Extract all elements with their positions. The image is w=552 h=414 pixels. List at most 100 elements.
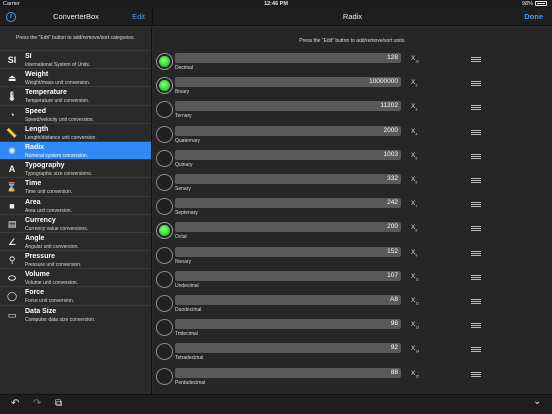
sidebar-item-force[interactable]: ◯ Force Force unit conversion.: [0, 286, 151, 304]
unit-row-quaternary: 2000 Quaternary X4: [153, 124, 552, 148]
unit-value-field[interactable]: 98: [175, 319, 401, 330]
unit-row-decimal: 128 Decimal X10: [153, 51, 552, 75]
unit-value-field[interactable]: 152: [175, 246, 401, 257]
unit-label: Nonary: [175, 258, 192, 265]
unit-toggle[interactable]: [156, 222, 173, 240]
reorder-handle-icon[interactable]: [471, 226, 481, 232]
unit-symbol: X2: [411, 79, 417, 87]
sidebar-item-area[interactable]: ■ Area Area unit conversion.: [0, 195, 151, 214]
hourglass-icon: ⌛: [6, 182, 18, 193]
bottom-toolbar: ↶ ↷ ⧉ ⌄: [0, 394, 552, 414]
category-description: Volume unit conversion.: [25, 280, 79, 287]
currency-icon: ▤: [7, 218, 17, 229]
reorder-handle-icon[interactable]: [471, 57, 481, 62]
reorder-handle-icon[interactable]: [471, 371, 481, 377]
unit-symbol-subscript: 12: [415, 301, 420, 306]
unit-row-binary: 10000000 Binary X2: [153, 75, 552, 99]
unit-toggle[interactable]: [156, 198, 173, 216]
reorder-handle-icon[interactable]: [471, 274, 481, 280]
reorder-handle-icon[interactable]: [471, 323, 481, 329]
category-name: Radix: [25, 143, 45, 151]
unit-value-field[interactable]: 92: [175, 343, 401, 354]
unit-toggle[interactable]: [156, 295, 173, 312]
sidebar-item-pressure[interactable]: ⚲ Pressure Pressure unit conversion.: [0, 250, 151, 268]
category-name: Temperature: [25, 89, 67, 97]
unit-toggle[interactable]: [156, 53, 173, 70]
unit-value-field[interactable]: 107: [175, 270, 401, 281]
unit-symbol: X11: [411, 273, 419, 281]
unit-value-field[interactable]: 242: [175, 198, 401, 209]
unit-value-field[interactable]: 128: [175, 53, 401, 63]
sidebar-item-speed[interactable]: ◔ Speed Speed/velocity unit conversion.: [0, 104, 151, 123]
unit-label: Quinary: [175, 161, 193, 168]
unit-symbol: X3: [411, 103, 417, 111]
unit-symbol: X8: [411, 224, 417, 232]
unit-toggle[interactable]: [156, 149, 173, 167]
category-name: Typography: [25, 162, 65, 170]
unit-value-field[interactable]: A8: [175, 295, 401, 305]
sidebar-item-radix[interactable]: ✺ Radix Numeral system conversion.: [0, 140, 151, 160]
unit-label: Ternary: [175, 113, 192, 120]
unit-symbol: X6: [411, 176, 417, 184]
sidebar-item-currency[interactable]: ▤ Currency Currency value conversions.: [0, 213, 151, 232]
unit-symbol-subscript: 3: [415, 107, 418, 112]
unit-toggle[interactable]: [156, 77, 173, 95]
edit-button[interactable]: Edit: [132, 12, 145, 21]
unit-toggle[interactable]: [156, 174, 173, 191]
unit-toggle[interactable]: [156, 343, 173, 361]
unit-row-tridecimal: 98 Tridecimal X13: [153, 317, 552, 341]
unit-toggle[interactable]: [156, 125, 173, 143]
sidebar-item-angle[interactable]: ∠ Angle Angular unit conversion.: [0, 231, 151, 250]
unit-list: Press the "Edit" button to add/remove/so…: [153, 27, 552, 394]
sidebar-item-temperature[interactable]: 🌡 Temperature Temperature unit conversion.: [0, 86, 151, 104]
unit-symbol-subscript: 10: [415, 59, 420, 64]
category-description: Length/distance unit conversion.: [25, 134, 97, 141]
reorder-handle-icon[interactable]: [471, 178, 481, 183]
unit-toggle[interactable]: [156, 101, 173, 119]
sidebar-item-length[interactable]: 📏 Length Length/distance unit conversion.: [0, 122, 151, 141]
unit-toggle[interactable]: [156, 270, 173, 288]
unit-row-quinary: 1003 Quinary X5: [153, 148, 552, 172]
reorder-handle-icon[interactable]: [471, 347, 481, 353]
battery-icon: [535, 1, 547, 6]
reorder-handle-icon[interactable]: [471, 129, 481, 135]
unit-value-field[interactable]: 1003: [175, 149, 401, 160]
unit-value-field[interactable]: 2000: [175, 125, 401, 136]
ruler-icon: 📏: [6, 127, 18, 138]
unit-value-field[interactable]: 10000000: [175, 77, 401, 88]
area-icon: ■: [9, 200, 15, 211]
unit-value-field[interactable]: 332: [175, 174, 401, 184]
chevron-down-icon[interactable]: ⌄: [533, 397, 541, 407]
sidebar-item-volume[interactable]: ⬭ Volume Volume unit conversion.: [0, 268, 151, 286]
unit-symbol-subscript: 2: [415, 83, 418, 88]
category-name: Weight: [25, 71, 49, 79]
category-list: Press the "Edit" button to add/remove/so…: [0, 27, 152, 394]
unit-toggle[interactable]: [156, 319, 173, 337]
unit-value-field[interactable]: 200: [175, 222, 401, 233]
sidebar-item-data-size[interactable]: ▭ Data Size Computer data size conversion.: [0, 304, 151, 323]
copy-icon[interactable]: ⧉: [55, 399, 62, 409]
category-name: Time: [25, 180, 42, 188]
reorder-handle-icon[interactable]: [471, 202, 481, 208]
unit-value-field[interactable]: 11202: [175, 101, 401, 112]
category-description: Temperature unit conversion.: [25, 98, 90, 105]
undo-icon[interactable]: ↶: [11, 399, 19, 409]
unit-row-pentadecimal: 88 Pentadecimal X15: [153, 366, 552, 390]
unit-toggle[interactable]: [156, 246, 173, 264]
reorder-handle-icon[interactable]: [471, 153, 481, 159]
unit-label: Binary: [175, 89, 190, 96]
unit-toggle[interactable]: [156, 367, 173, 385]
unit-value-field[interactable]: 88: [175, 367, 401, 378]
done-button[interactable]: Done: [524, 12, 543, 21]
sidebar-item-typography[interactable]: A Typography Typographic size conversions.: [0, 159, 151, 177]
redo-icon[interactable]: ↷: [33, 399, 41, 409]
reorder-handle-icon[interactable]: [471, 299, 481, 304]
sidebar-item-si[interactable]: SI SI International System of Units.: [0, 50, 151, 68]
unit-label: Tetradecimal: [175, 355, 204, 362]
reorder-handle-icon[interactable]: [471, 105, 481, 111]
sidebar-item-weight[interactable]: ⏏ Weight Weight/mass unit conversion.: [0, 68, 151, 86]
sidebar-item-time[interactable]: ⌛ Time Time unit conversion.: [0, 177, 151, 195]
unit-label: Octal: [175, 234, 187, 241]
reorder-handle-icon[interactable]: [471, 250, 481, 256]
reorder-handle-icon[interactable]: [471, 81, 481, 87]
